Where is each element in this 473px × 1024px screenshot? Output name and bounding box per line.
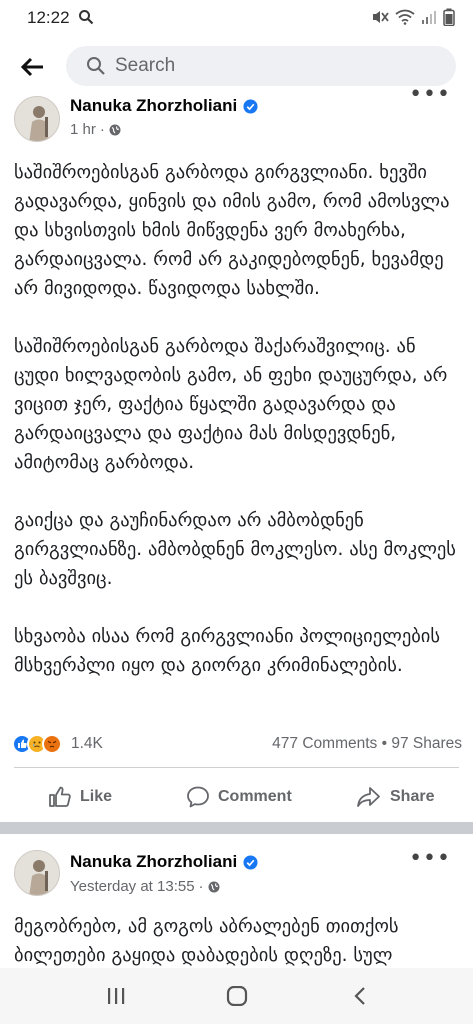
reactions-summary: 1.4K 477 Comments • 97 Shares (12, 732, 462, 756)
home-icon[interactable] (226, 986, 248, 1006)
status-icons (371, 8, 455, 26)
search-input[interactable] (115, 55, 415, 77)
wifi-icon (395, 9, 415, 25)
post-author[interactable]: Nanuka Zhorzholiani (70, 852, 258, 872)
like-button[interactable]: Like (48, 785, 112, 809)
share-count[interactable]: 97 Shares (391, 735, 462, 752)
like-icon (49, 786, 71, 807)
share-icon (357, 787, 380, 807)
more-options-icon[interactable]: ••• (409, 848, 451, 870)
comment-label: Comment (218, 788, 292, 805)
status-bar: 12:22 (0, 0, 473, 34)
search-header (0, 40, 473, 94)
battery-icon (443, 8, 455, 26)
reaction-icons[interactable] (12, 734, 62, 754)
status-search-icon (79, 10, 94, 25)
post-time[interactable]: 1 hr (70, 121, 96, 138)
divider (14, 767, 459, 768)
author-name[interactable]: Nanuka Zhorzholiani (70, 96, 237, 116)
engagement-counts: 477 Comments • 97 Shares (272, 735, 462, 752)
post-paragraph: საშიშროებისგან გარბოდა შაქარაშვილიც. ან … (14, 336, 448, 473)
comment-icon (187, 786, 209, 808)
post-paragraph: სხვაობა ისაა რომ გირგვლიანი პოლიციელების… (14, 626, 441, 676)
post-meta: Yesterday at 13:55 · (70, 878, 220, 895)
post-paragraph: საშიშროებისგან გარბოდა გირგვლიანი. ხევში… (14, 162, 450, 299)
system-nav-bar (0, 968, 473, 1024)
post-text: საშიშროებისგან გარბოდა გირგვლიანი. ხევში… (14, 158, 460, 709)
share-label: Share (390, 788, 435, 805)
comment-button[interactable]: Comment (186, 785, 292, 809)
comment-count[interactable]: 477 Comments (272, 735, 377, 752)
avatar[interactable] (14, 96, 60, 142)
verified-badge-icon (243, 854, 258, 870)
post-text: მეგობრებო, ამ გოგოს აბრალებენ თითქოს ბილ… (14, 912, 460, 970)
more-options-icon[interactable]: ••• (409, 84, 451, 106)
search-bar[interactable] (66, 46, 456, 86)
feed-separator (0, 822, 473, 834)
share-button[interactable]: Share (356, 785, 434, 809)
author-name[interactable]: Nanuka Zhorzholiani (70, 852, 237, 872)
angry-reaction-icon (42, 734, 62, 754)
verified-badge-icon (243, 98, 258, 114)
post-paragraph: გაიქცა და გაუჩინარდაო არ ამბობდნენ გირგვ… (14, 510, 456, 589)
post-time[interactable]: Yesterday at 13:55 (70, 878, 195, 895)
post-author[interactable]: Nanuka Zhorzholiani (70, 96, 258, 116)
reaction-count[interactable]: 1.4K (71, 735, 103, 753)
post-meta: 1 hr · (70, 121, 121, 138)
avatar[interactable] (14, 850, 60, 896)
globe-icon (208, 881, 220, 892)
like-label: Like (80, 788, 113, 805)
back-arrow-icon[interactable] (20, 54, 46, 80)
back-nav-icon[interactable] (352, 986, 368, 1006)
globe-icon (109, 124, 121, 135)
post-paragraph: მეგობრებო, ამ გოგოს აბრალებენ თითქოს ბილ… (14, 916, 399, 966)
recent-apps-icon[interactable] (106, 986, 126, 1006)
signal-icon (422, 11, 436, 24)
mute-icon (373, 11, 389, 23)
post-actions: Like Comment Share (0, 780, 473, 814)
status-time: 12:22 (27, 8, 70, 27)
search-icon (87, 57, 105, 75)
